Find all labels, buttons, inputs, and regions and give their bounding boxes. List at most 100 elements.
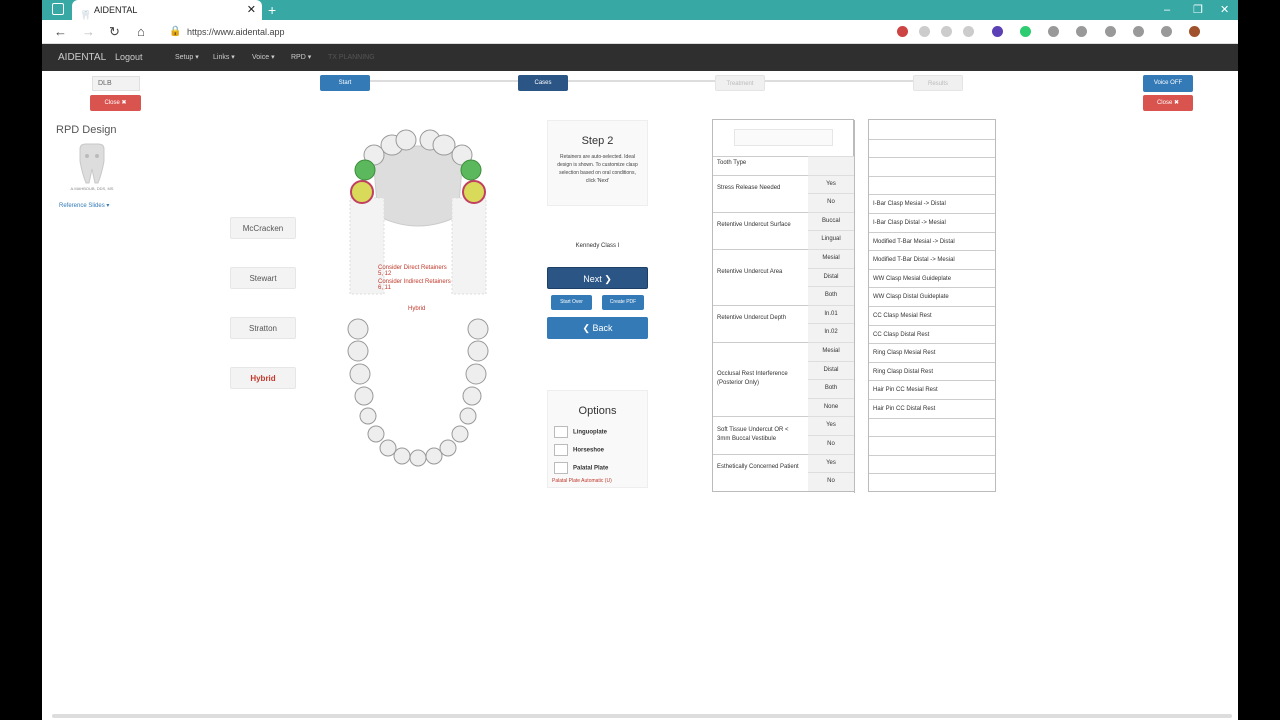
tooth-6-indirect-retainer[interactable] (354, 159, 376, 181)
tooth-search-input[interactable] (734, 129, 833, 146)
voice-menu[interactable]: Voice ▾ (252, 44, 275, 71)
criteria-option[interactable]: Both (808, 286, 854, 305)
criteria-option[interactable]: Mesial (808, 342, 854, 361)
favorites-icon[interactable] (1105, 26, 1116, 37)
reload-icon[interactable]: ↻ (109, 20, 120, 44)
criteria-option[interactable]: In.02 (808, 323, 854, 342)
criteria-option[interactable]: Yes (808, 416, 854, 435)
clasp-option[interactable]: Modified T-Bar Mesial -> Distal (869, 231, 995, 251)
option-linguoplate[interactable]: Linguoplate (554, 426, 607, 438)
extensions-icon[interactable] (1076, 26, 1087, 37)
criteria-option[interactable]: No (808, 435, 854, 454)
setup-menu[interactable]: Setup ▾ (175, 44, 199, 71)
criteria-option[interactable]: Both (808, 379, 854, 398)
criteria-option[interactable]: Lingual (808, 230, 854, 249)
step-cases[interactable]: Cases (518, 75, 568, 91)
key-icon[interactable] (919, 26, 930, 37)
criteria-option[interactable]: In.01 (808, 304, 854, 324)
criteria-option[interactable] (808, 156, 854, 175)
clasp-option[interactable]: Ring Clasp Distal Rest (869, 361, 995, 381)
linguoplate-checkbox[interactable] (554, 426, 568, 438)
logout-link[interactable]: Logout (115, 44, 143, 71)
home-icon[interactable]: ⌂ (137, 20, 145, 44)
avatar[interactable] (1189, 26, 1200, 37)
back-button[interactable]: ❮ Back (547, 317, 648, 339)
patient-id-input[interactable]: DLB (92, 76, 140, 91)
profile-extension-icon[interactable] (992, 26, 1003, 37)
zoom-icon[interactable] (941, 26, 952, 37)
brand[interactable]: AIDENTAL (58, 44, 106, 71)
clasp-option[interactable]: Hair Pin CC Mesial Rest (869, 380, 995, 399)
criteria-option[interactable]: No (808, 193, 854, 212)
criteria-option[interactable]: Distal (808, 360, 854, 380)
create-pdf-button[interactable]: Create PDF (602, 295, 644, 310)
stratton-button[interactable]: Stratton (230, 317, 296, 339)
rpd-menu[interactable]: RPD ▾ (291, 44, 311, 71)
rpd-design-title: RPD Design (56, 124, 117, 136)
tx-planning-menu[interactable]: TX PLANNING (328, 44, 375, 71)
grammar-extension-icon[interactable] (1020, 26, 1031, 37)
palatal-plate-checkbox[interactable] (554, 462, 568, 474)
step-start[interactable]: Start (320, 75, 370, 91)
minimize-button[interactable]: – (1164, 0, 1170, 20)
back-arrow-icon[interactable]: ← (54, 20, 67, 44)
clasp-option[interactable]: CC Clasp Mesial Rest (869, 306, 995, 325)
clasp-option[interactable]: Hair Pin CC Distal Rest (869, 399, 995, 418)
clasp-option[interactable]: WW Clasp Distal Guideplate (869, 287, 995, 306)
criteria-option[interactable]: None (808, 397, 854, 417)
criteria-option[interactable]: Distal (808, 267, 854, 287)
close-button-right[interactable]: Close ✖ (1143, 95, 1193, 111)
step-results[interactable]: Results (913, 75, 963, 91)
links-menu[interactable]: Links ▾ (213, 44, 235, 71)
clasp-option[interactable]: WW Clasp Mesial Guideplate (869, 268, 995, 288)
tooth-controller-logo-icon (79, 143, 105, 184)
horizontal-scrollbar[interactable] (52, 714, 1232, 718)
puzzle-icon[interactable] (1048, 26, 1059, 37)
browser-window: 🦷 AIDENTAL ✕ + – ❐ ✕ ← → ↻ ⌂ 🔒 https://w… (42, 0, 1238, 720)
horseshoe-checkbox[interactable] (554, 444, 568, 456)
clasp-option[interactable]: I-Bar Clasp Distal -> Mesial (869, 213, 995, 232)
browser-tab[interactable]: 🦷 AIDENTAL ✕ (72, 0, 262, 20)
favorite-star-icon[interactable] (963, 26, 974, 37)
forward-arrow-icon[interactable]: → (82, 20, 95, 44)
criteria-option[interactable]: Mesial (808, 249, 854, 268)
start-over-button[interactable]: Start Over (551, 295, 592, 310)
maximize-button[interactable]: ❐ (1193, 0, 1203, 20)
lower-arch[interactable] (347, 318, 489, 467)
download-icon[interactable] (1161, 26, 1172, 37)
step-title: Step 2 (581, 135, 614, 147)
option-horseshoe[interactable]: Horseshoe (554, 444, 604, 456)
clasp-option[interactable]: Modified T-Bar Distal -> Mesial (869, 250, 995, 269)
tooth-chart[interactable]: Consider Direct Retainers 5, 12 Consider… (338, 126, 498, 481)
tooth-5-direct-retainer[interactable] (350, 180, 374, 204)
voice-off-button[interactable]: Voice OFF (1143, 75, 1193, 92)
step-description: Retainers are auto-selected. Ideal desig… (557, 154, 638, 184)
clasp-option[interactable]: CC Clasp Distal Rest (869, 324, 995, 344)
next-button[interactable]: Next ❯ (547, 267, 648, 289)
mccracken-button[interactable]: McCracken (230, 217, 296, 239)
window-close-button[interactable]: ✕ (1220, 0, 1229, 20)
tooth-11-indirect-retainer[interactable] (460, 159, 482, 181)
collections-icon[interactable] (1133, 26, 1144, 37)
tooth-11[interactable] (432, 134, 456, 156)
criteria-option[interactable]: Yes (808, 174, 854, 194)
clasp-option[interactable]: Ring Clasp Mesial Rest (869, 343, 995, 362)
tab-close-icon[interactable]: ✕ (247, 0, 256, 20)
new-tab-button[interactable]: + (268, 0, 276, 20)
url-field[interactable]: https://www.aidental.app (187, 20, 285, 44)
criteria-option[interactable]: No (808, 472, 854, 491)
step-treatment[interactable]: Treatment (715, 75, 765, 91)
tooth-12-direct-retainer[interactable] (462, 180, 486, 204)
hybrid-button[interactable]: Hybrid (230, 367, 296, 389)
stewart-button[interactable]: Stewart (230, 267, 296, 289)
close-button-left[interactable]: Close ✖ (90, 95, 141, 111)
criteria-option[interactable]: Yes (808, 453, 854, 473)
clasp-option[interactable]: I-Bar Clasp Mesial -> Distal (869, 194, 995, 213)
extension-icon[interactable] (897, 26, 908, 37)
reference-slides-link[interactable]: Reference Slides ▾ (59, 202, 109, 209)
option-palatal-plate[interactable]: Palatal Plate (554, 462, 608, 474)
clasp-empty-row (869, 417, 995, 437)
window-menu-icon[interactable] (52, 3, 64, 15)
tooth-9[interactable] (395, 129, 417, 151)
criteria-option[interactable]: Buccal (808, 211, 854, 231)
